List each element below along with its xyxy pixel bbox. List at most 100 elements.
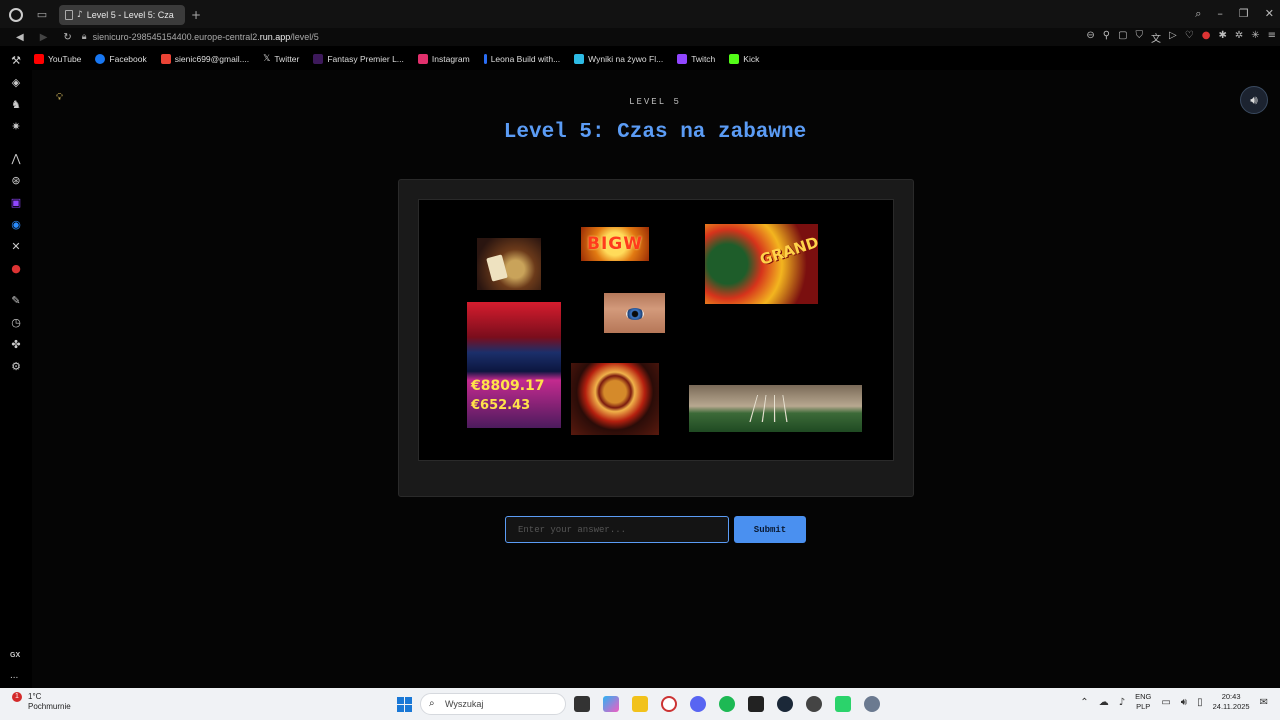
- app-icon-2[interactable]: [806, 696, 822, 712]
- translate-icon[interactable]: 文: [1151, 30, 1161, 45]
- settings-taskbar-icon[interactable]: [864, 696, 880, 712]
- slot-machine-tile: €8809.17 €652.43: [467, 302, 561, 428]
- extensions-icon[interactable]: ✤: [10, 339, 22, 351]
- url-host: run.app: [259, 32, 291, 42]
- steam-icon[interactable]: [777, 696, 793, 712]
- address-tools: ⊖ ⚲ ▢ ⛉ 文 ▷ ♡ ● ✱ ✲ ✳ ≡: [1086, 30, 1276, 45]
- forward-icon[interactable]: ▶: [40, 32, 48, 43]
- bookmark-twitch[interactable]: Twitch: [677, 54, 715, 64]
- bookmarks-bar: YouTube Facebook sienic699@gmail.... 𝕏 Tw…: [34, 51, 759, 67]
- big-win-tile: BIGW: [581, 227, 649, 261]
- file-explorer-icon[interactable]: [632, 696, 648, 712]
- task-view-icon[interactable]: [574, 696, 590, 712]
- microphone-icon[interactable]: ♪: [1119, 697, 1125, 708]
- gmail-icon: [160, 54, 171, 64]
- discord-icon[interactable]: [690, 696, 706, 712]
- cloud-icon[interactable]: ☁: [1099, 697, 1109, 708]
- youtube-icon: [34, 54, 44, 64]
- leona-icon: [483, 54, 487, 64]
- settings-icon[interactable]: ⚙: [10, 361, 22, 373]
- zoom-out-icon[interactable]: ⊖: [1086, 30, 1094, 45]
- opera-logo-icon[interactable]: [9, 8, 23, 22]
- answer-input[interactable]: [505, 516, 729, 543]
- shield-icon[interactable]: ⛉: [1136, 30, 1144, 45]
- new-tab-icon[interactable]: +: [191, 8, 201, 22]
- extension-icon-3[interactable]: ✳: [1251, 30, 1259, 45]
- bookmark-instagram[interactable]: Instagram: [417, 54, 470, 64]
- chevron-up-icon[interactable]: ⌃: [1080, 697, 1088, 708]
- window-controls: ⌕ – ❐ ✕: [1195, 7, 1274, 21]
- tab-manager-icon[interactable]: ▭: [35, 8, 49, 22]
- bookmark-facebook[interactable]: Facebook: [95, 54, 147, 64]
- speaker-icon[interactable]: ♪: [77, 10, 83, 20]
- windows-start-icon[interactable]: [397, 697, 412, 712]
- level-kicker: LEVEL 5: [629, 97, 681, 107]
- heart-icon[interactable]: ♡: [1185, 30, 1194, 45]
- address-bar: ◀ ▶ ↻ 🔒︎ sienicuro-298545154400.europe-c…: [0, 28, 1280, 46]
- notifications-icon[interactable]: ✉: [1260, 697, 1268, 708]
- bookmark-kick[interactable]: Kick: [729, 54, 759, 64]
- network-icon[interactable]: ▭: [1161, 697, 1170, 708]
- battery-icon[interactable]: ▯: [1197, 697, 1203, 708]
- weather-widget[interactable]: 1 1°C Pochmurnie: [12, 692, 71, 712]
- page-icon: [65, 10, 73, 20]
- bookmark-fantasy-premier[interactable]: Fantasy Premier L...: [313, 54, 404, 64]
- twitch-icon: [677, 54, 688, 64]
- extension-icon[interactable]: ✱: [1218, 30, 1226, 45]
- casino-table-tile: [689, 385, 862, 432]
- eye-tile: [604, 293, 665, 333]
- reload-icon[interactable]: ↻: [63, 32, 71, 43]
- x-sidebar-icon[interactable]: ✕: [10, 241, 22, 253]
- back-icon[interactable]: ◀: [16, 32, 24, 43]
- instagram-icon: [417, 54, 428, 64]
- spotify-icon[interactable]: [719, 696, 735, 712]
- sidebar-more-icon[interactable]: ...: [10, 670, 18, 681]
- gx-player-icon[interactable]: ♞: [10, 99, 22, 111]
- page-content: 💡︎ 🔊︎ LEVEL 5 Level 5: Czas na zabawne B…: [32, 70, 1280, 688]
- tab-title: Level 5 - Level 5: Cza: [86, 10, 174, 20]
- tab-level-5[interactable]: ♪ Level 5 - Level 5: Cza: [59, 5, 185, 25]
- aria-icon[interactable]: ⋀: [10, 153, 22, 165]
- gx-label[interactable]: GX: [10, 652, 20, 659]
- snapshot-icon[interactable]: ▢: [1118, 30, 1127, 45]
- pencil-icon[interactable]: ✎: [10, 295, 22, 307]
- opera-taskbar-icon[interactable]: [661, 696, 677, 712]
- gx-mods-icon[interactable]: ✷: [10, 121, 22, 133]
- premier-league-icon: [313, 54, 324, 64]
- gx-corner-icon[interactable]: ◈: [10, 77, 22, 89]
- history-icon[interactable]: ◷: [10, 317, 22, 329]
- url-path: /level/5: [290, 32, 319, 42]
- cards-roulette-tile: [477, 238, 541, 290]
- app-icon[interactable]: [748, 696, 764, 712]
- volume-icon[interactable]: 🔊︎: [1181, 697, 1187, 708]
- record-icon[interactable]: ●: [1202, 30, 1211, 45]
- messenger-icon[interactable]: ◉: [10, 219, 22, 231]
- bookmark-leona[interactable]: Leona Build with...: [483, 54, 560, 64]
- opera-red-icon[interactable]: ●: [10, 263, 22, 275]
- menu-icon[interactable]: ≡: [1268, 30, 1276, 45]
- maximize-icon[interactable]: ❐: [1239, 7, 1249, 21]
- minimize-icon[interactable]: –: [1217, 7, 1223, 21]
- chatgpt-icon[interactable]: ⊛: [10, 175, 22, 187]
- bookmark-twitter[interactable]: 𝕏 Twitter: [263, 54, 299, 64]
- close-icon[interactable]: ✕: [1265, 7, 1274, 21]
- clock[interactable]: 20:43 24.11.2025: [1213, 692, 1250, 712]
- url-field[interactable]: 🔒︎ sienicuro-298545154400.europe-central…: [82, 32, 319, 42]
- browser-window: ▭ ♪ Level 5 - Level 5: Cza + ⌕ – ❐ ✕ ◀ ▶…: [0, 0, 1280, 688]
- copilot-icon[interactable]: [603, 696, 619, 712]
- app-icon-3[interactable]: [835, 696, 851, 712]
- bookmark-gmail[interactable]: sienic699@gmail....: [160, 54, 249, 64]
- bookmark-youtube[interactable]: YouTube: [34, 54, 81, 64]
- submit-button[interactable]: Submit: [734, 516, 806, 543]
- language-indicator[interactable]: ENG PLP: [1135, 692, 1151, 712]
- pin-icon[interactable]: ⚲: [1103, 30, 1110, 45]
- search-icon[interactable]: ⌕: [1195, 7, 1201, 21]
- gx-control-icon[interactable]: ⚒: [10, 55, 22, 67]
- kick-icon: [729, 54, 740, 64]
- taskbar-search[interactable]: ⌕ Wyszukaj: [420, 693, 566, 715]
- extension-icon-2[interactable]: ✲: [1235, 30, 1243, 45]
- windows-taskbar: 1 1°C Pochmurnie ⌕ Wyszukaj ⌃ ☁ ♪ ENG PL…: [0, 688, 1280, 720]
- play-icon[interactable]: ▷: [1169, 30, 1177, 45]
- bookmark-flashscore[interactable]: Wyniki na żywo Fl...: [574, 54, 663, 64]
- twitch-sidebar-icon[interactable]: ▣: [10, 197, 22, 209]
